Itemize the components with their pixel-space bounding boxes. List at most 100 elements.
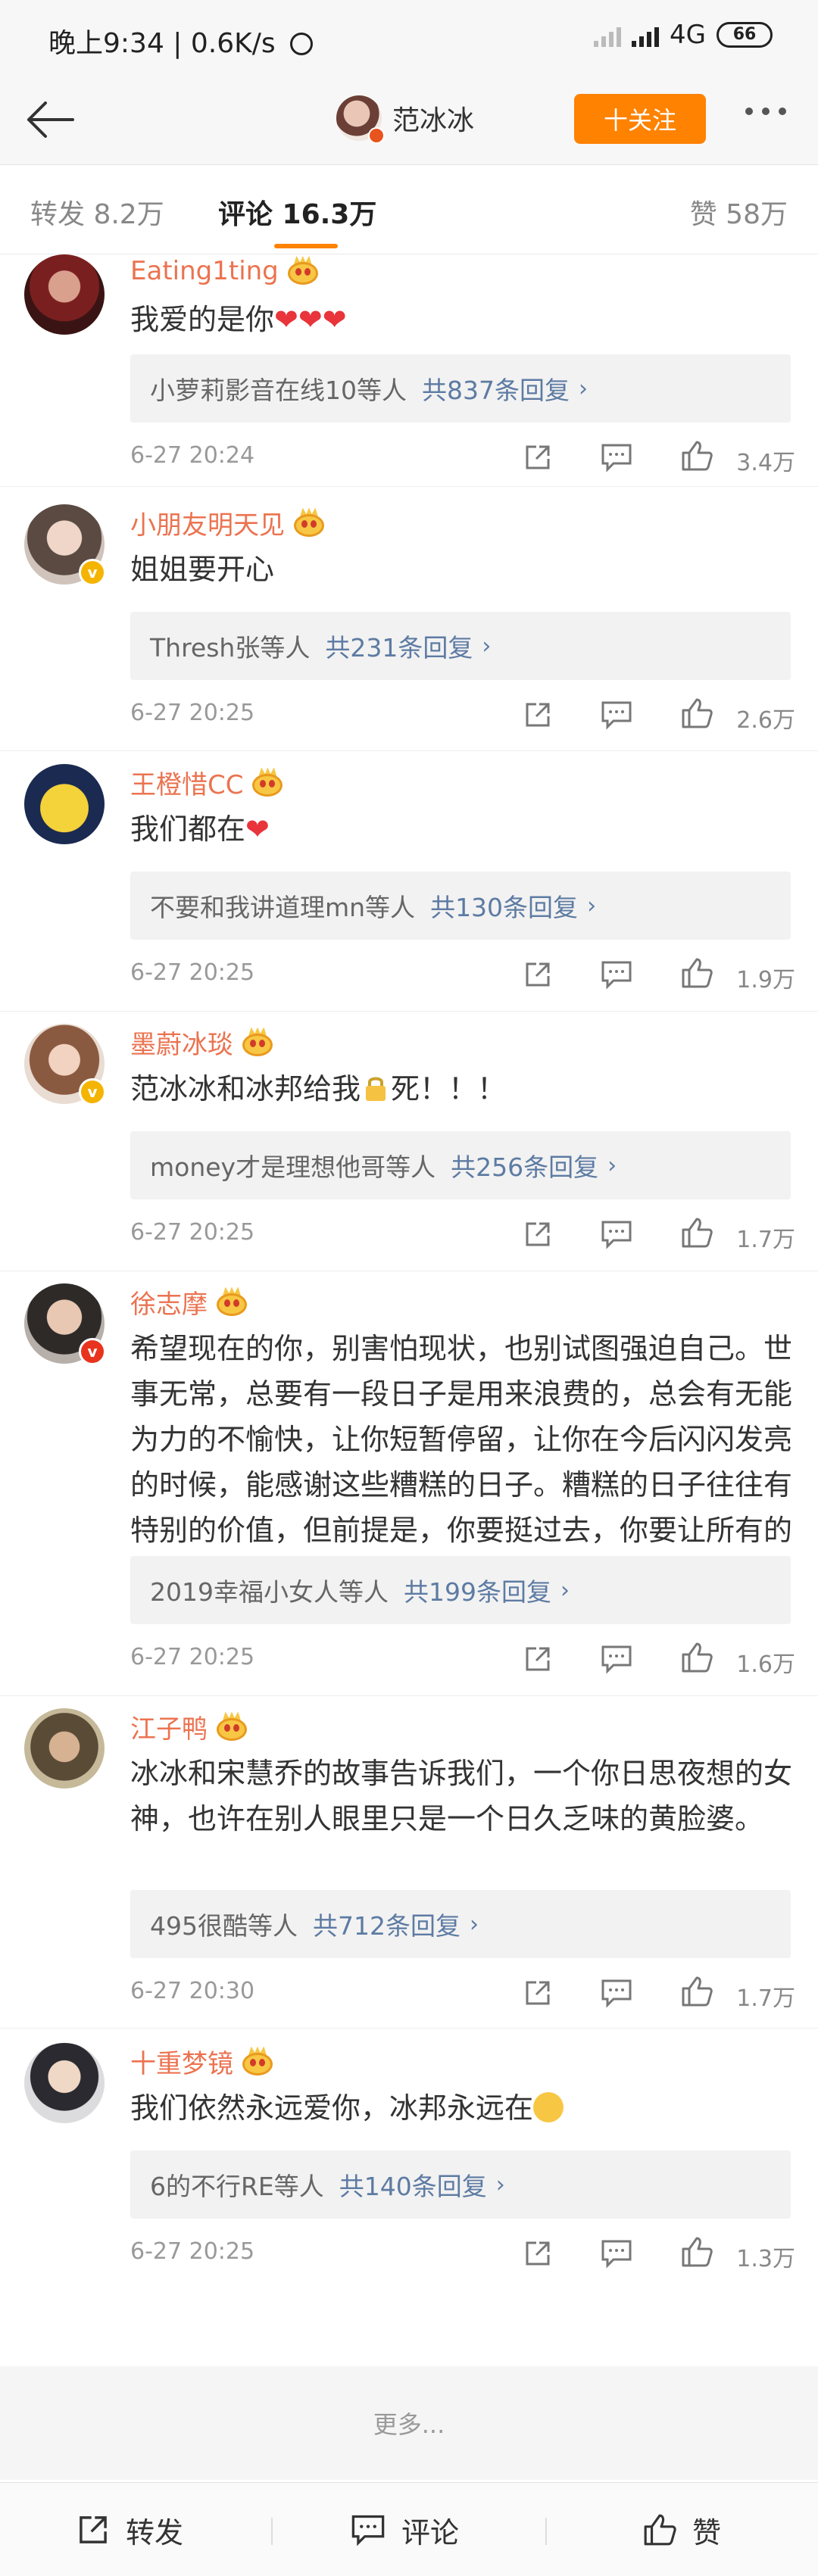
chevron-right-icon: ›: [560, 1576, 570, 1604]
comment-item: v 徐志摩 希望现在的你，别害怕现状，也别试图强迫自己。世事无常，总要有一段日子…: [0, 1283, 818, 1696]
comment-icon[interactable]: [600, 1978, 633, 2008]
status-time: 晚上9:34: [48, 28, 164, 59]
comment-meta: 6-27 20:25 1.9万: [130, 956, 795, 994]
repost-icon[interactable]: [523, 2238, 553, 2269]
reply-summary[interactable]: 495很酷等人 共712条回复 ›: [130, 1890, 791, 1958]
lock-emoji-icon: [366, 1077, 386, 1101]
tab-repost[interactable]: 转发 8.2万: [30, 192, 164, 232]
like-count: 1.7万: [736, 1985, 795, 2012]
vip-crown-icon: [241, 1027, 274, 1058]
comment-time: 6-27 20:25: [130, 959, 255, 986]
repost-icon[interactable]: [523, 1644, 553, 1674]
nav-bar: 范冰冰 十关注: [0, 76, 818, 165]
vip-crown-icon: [215, 1286, 248, 1318]
username[interactable]: Eating1ting: [130, 256, 279, 286]
repost-icon[interactable]: [523, 1219, 553, 1249]
nav-user-name: 范冰冰: [392, 105, 475, 136]
status-left: 晚上9:34 | 0.6K/s: [48, 21, 314, 61]
comment-list: Eating1ting 我爱的是你❤❤❤ 小萝莉影音在线10等人 共837条回复…: [0, 254, 818, 2366]
avatar: [336, 95, 385, 144]
follow-button[interactable]: 十关注: [574, 94, 706, 144]
heart-emoji: ❤: [245, 812, 270, 846]
like-thumb-icon[interactable]: [680, 439, 713, 472]
avatar[interactable]: [24, 254, 105, 335]
comment-icon[interactable]: [600, 442, 633, 472]
more-options-icon[interactable]: [745, 108, 786, 115]
comment-icon[interactable]: [600, 700, 633, 730]
comment-item: 十重梦镜 我们依然永远爱你，冰邦永远在 6的不行RE等人 共140条回复 › 6…: [0, 2043, 818, 2366]
divider: [545, 2518, 547, 2545]
username[interactable]: 江子鸭: [130, 1708, 208, 1745]
comment-text: 姐姐要开心: [130, 553, 275, 586]
avatar[interactable]: [24, 1708, 105, 1789]
comment-text: 冰冰和宋慧乔的故事告诉我们，一个你日思夜想的女神，也许在别人眼里只是一个日久乏味…: [130, 1757, 793, 1835]
repost-button[interactable]: 转发: [76, 2483, 183, 2576]
tab-bar: 转发 8.2万 评论 16.3万 赞 58万: [0, 165, 818, 254]
like-thumb-icon: [644, 2514, 676, 2546]
reply-summary[interactable]: 不要和我讲道理mn等人 共130条回复 ›: [130, 872, 791, 940]
comment-meta: 6-27 20:25 1.3万: [130, 2235, 795, 2273]
chevron-right-icon: ›: [470, 1910, 479, 1938]
like-thumb-icon[interactable]: [680, 1641, 713, 1674]
chevron-right-icon: ›: [579, 375, 588, 402]
comment-item: v 墨蔚冰琰 范冰冰和冰邦给我 死！！！ money才是理想他哥等人 共256条回…: [0, 1024, 818, 1271]
heart-emoji: ❤❤❤: [274, 303, 347, 336]
chevron-right-icon: ›: [607, 1152, 617, 1179]
tab-comments[interactable]: 评论 16.3万: [218, 192, 376, 232]
avatar[interactable]: [24, 764, 105, 844]
like-thumb-icon[interactable]: [680, 697, 713, 730]
comment-icon[interactable]: [600, 959, 633, 990]
nav-user[interactable]: 范冰冰: [336, 95, 475, 144]
comment-icon[interactable]: [600, 2238, 633, 2269]
username[interactable]: 小朋友明天见: [130, 504, 285, 541]
repost-icon[interactable]: [523, 442, 553, 472]
comment-button[interactable]: 评论: [350, 2483, 459, 2576]
load-more-row[interactable]: 更多...: [0, 2366, 818, 2480]
comment-meta: 6-27 20:25 1.7万: [130, 1216, 795, 1254]
battery-icon: 66: [717, 22, 773, 48]
comment-icon[interactable]: [600, 1644, 633, 1674]
reply-summary[interactable]: 6的不行RE等人 共140条回复 ›: [130, 2150, 791, 2219]
comment-label: 评论: [401, 2515, 460, 2549]
comment-time: 6-27 20:25: [130, 1644, 255, 1670]
comment-meta: 6-27 20:25 2.6万: [130, 697, 795, 734]
repost-icon[interactable]: [523, 959, 553, 990]
reply-summary[interactable]: money才是理想他哥等人 共256条回复 ›: [130, 1131, 791, 1199]
username[interactable]: 墨蔚冰琰: [130, 1024, 233, 1061]
cell-signal-icon: [632, 23, 660, 47]
like-count: 1.3万: [736, 2246, 795, 2272]
avatar[interactable]: [24, 2043, 105, 2123]
like-button[interactable]: 赞: [642, 2483, 721, 2576]
comment-meta: 6-27 20:24 3.4万: [130, 439, 795, 477]
alarm-icon: [290, 33, 314, 55]
username[interactable]: 王橙惜CC: [130, 764, 243, 801]
repost-icon[interactable]: [523, 1978, 553, 2008]
comment-item: Eating1ting 我爱的是你❤❤❤ 小萝莉影音在线10等人 共837条回复…: [0, 254, 818, 487]
reply-summary[interactable]: Thresh张等人 共231条回复 ›: [130, 612, 791, 680]
chevron-right-icon: ›: [587, 892, 597, 919]
reply-summary[interactable]: 2019幸福小女人等人 共199条回复 ›: [130, 1556, 791, 1624]
comment-text: 我爱的是你❤❤❤: [130, 303, 347, 336]
avatar[interactable]: v: [24, 1283, 106, 1365]
repost-icon[interactable]: [523, 700, 553, 730]
comment-time: 6-27 20:25: [130, 2238, 255, 2265]
like-thumb-icon[interactable]: [680, 956, 713, 990]
username[interactable]: 徐志摩: [130, 1283, 208, 1321]
username[interactable]: 十重梦镜: [130, 2043, 233, 2080]
vip-crown-icon: [292, 507, 326, 538]
avatar[interactable]: v: [24, 1024, 106, 1106]
back-arrow-icon[interactable]: [23, 97, 76, 142]
crying-emoji-icon: [533, 2092, 564, 2122]
verified-badge-icon: v: [79, 559, 106, 586]
status-speed: 0.6K/s: [190, 28, 276, 59]
like-thumb-icon[interactable]: [680, 1216, 713, 1249]
like-count: 2.6万: [736, 707, 795, 734]
reply-summary[interactable]: 小萝莉影音在线10等人 共837条回复 ›: [130, 354, 791, 423]
tab-likes[interactable]: 赞 58万: [690, 192, 788, 232]
comment-icon[interactable]: [600, 1219, 633, 1249]
vip-crown-icon: [286, 256, 320, 286]
like-thumb-icon[interactable]: [680, 2235, 713, 2269]
avatar[interactable]: v: [24, 504, 106, 586]
like-thumb-icon[interactable]: [680, 1975, 713, 2008]
like-count: 1.7万: [736, 1227, 795, 1253]
